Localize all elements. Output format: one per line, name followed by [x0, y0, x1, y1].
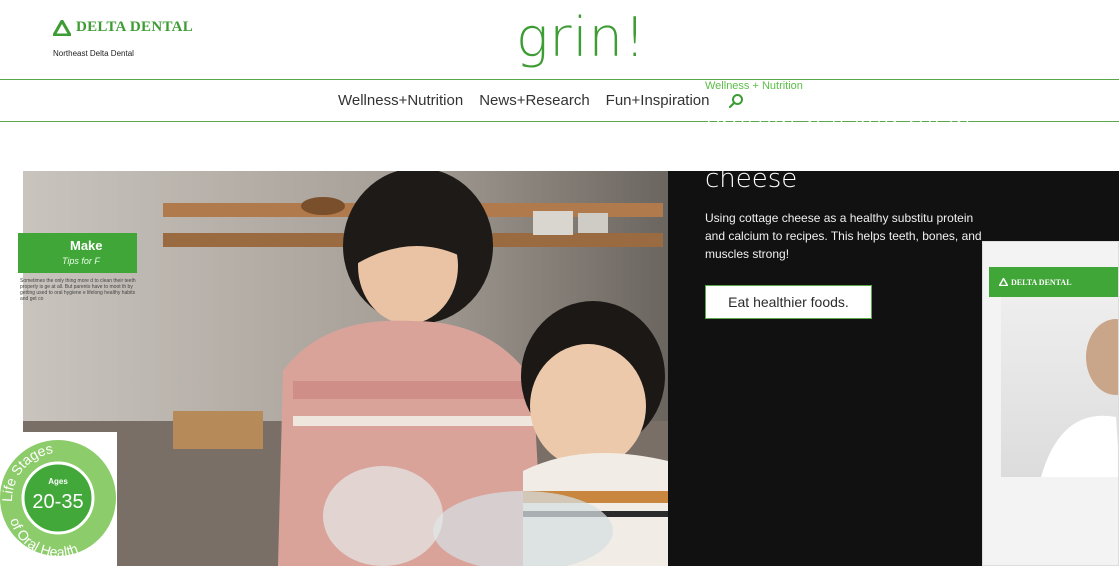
hero-description: Using cottage cheese as a healthy substi…: [705, 211, 982, 261]
nav-item-news-research[interactable]: News+Research: [479, 92, 589, 109]
promo-brand: DELTA DENTAL: [1011, 277, 1072, 287]
promo-headline: Make: [70, 238, 103, 253]
promo-header-band: DELTA DENTAL: [989, 267, 1118, 297]
brand-subtitle: Northeast Delta Dental: [53, 49, 134, 58]
badge-ages-value: 20-35: [32, 491, 83, 513]
badge-ages-label: Ages: [48, 477, 68, 486]
page: DELTA DENTAL Northeast Delta Dental grin…: [0, 0, 1119, 566]
promo-card[interactable]: DELTA DENTAL: [982, 241, 1119, 566]
nav-item-wellness-nutrition[interactable]: Wellness+Nutrition: [338, 92, 463, 109]
brand-name: DELTA DENTAL: [76, 19, 194, 35]
promo-body-text: Sometimes the only thing more d to clean…: [20, 278, 136, 302]
delta-dental-logo[interactable]: DELTA DENTAL: [53, 19, 193, 36]
promo-subline: Tips for F: [62, 256, 100, 266]
hero-title[interactable]: Protein-packed recip powered by cottage …: [705, 112, 1005, 193]
promo-photo: [1001, 297, 1118, 477]
nav-item-fun-inspiration[interactable]: Fun+Inspiration: [606, 92, 710, 109]
site-title[interactable]: grin!: [516, 8, 646, 68]
eat-healthier-button[interactable]: Eat healthier foods.: [705, 285, 872, 319]
search-icon[interactable]: [728, 93, 744, 109]
hero-photo-children-baking: [23, 171, 668, 566]
site-header: DELTA DENTAL Northeast Delta Dental grin…: [0, 0, 1119, 80]
life-stages-badge[interactable]: Life Stages of Oral Health Ages 20-35: [0, 432, 117, 566]
hero-category[interactable]: Wellness + Nutrition: [705, 80, 803, 92]
delta-triangle-icon: [53, 19, 71, 36]
delta-triangle-icon: [999, 278, 1008, 286]
